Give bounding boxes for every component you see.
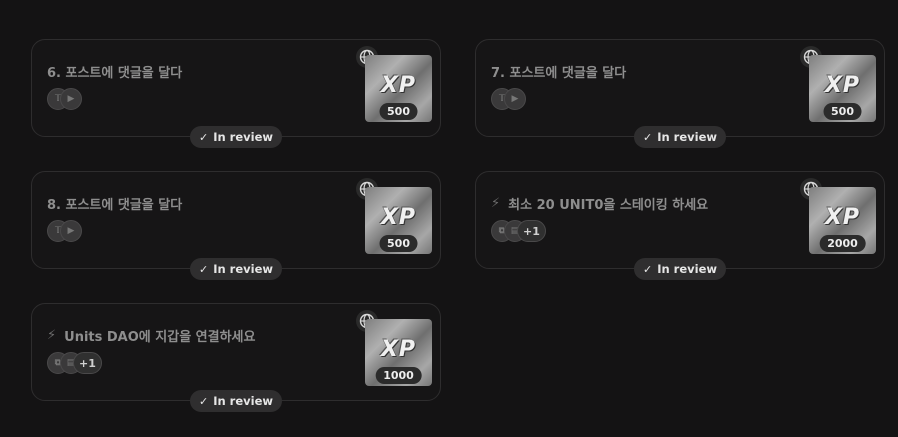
status-badge: ✓ In review (633, 126, 727, 148)
quest-card[interactable]: 7. 포스트에 댓글을 달다 𝕋 ▶ XP 500 ✓ In review (475, 39, 885, 148)
status-badge: ✓ In review (633, 258, 727, 280)
quest-card[interactable]: 6. 포스트에 댓글을 달다 𝕋 ▶ XP 500 ✓ In review (31, 39, 441, 148)
check-icon: ✓ (198, 262, 209, 276)
status-badge: ✓ In review (189, 390, 283, 412)
xp-logo: XP (380, 73, 417, 98)
xp-amount: 500 (379, 103, 418, 120)
xp-amount: 2000 (819, 235, 866, 252)
check-icon: ✓ (642, 130, 653, 144)
xp-reward-image: XP 500 (365, 187, 432, 254)
xp-logo: XP (380, 337, 417, 362)
quest-title: 6. 포스트에 댓글을 달다 (47, 66, 183, 81)
xp-reward-image: XP 1000 (365, 319, 432, 386)
quest-title: ⚡ 최소 20 UNIT0을 스테이킹 하세요 (491, 196, 709, 213)
video-icon: ▶ (60, 220, 82, 242)
quest-card[interactable]: 8. 포스트에 댓글을 달다 𝕋 ▶ XP 500 ✓ In review (31, 171, 441, 280)
xp-logo: XP (824, 205, 861, 230)
video-icon: ▶ (60, 88, 82, 110)
xp-reward-image: XP 500 (809, 55, 876, 122)
quest-card[interactable]: ⚡ Units DAO에 지갑을 연결하세요 ⧉ ▤ +1 XP 1000 ✓ … (31, 303, 441, 412)
xp-reward-image: XP 2000 (809, 187, 876, 254)
platform-chips: 𝕋 ▶ (47, 88, 82, 110)
xp-logo: XP (380, 205, 417, 230)
more-count: +1 (517, 220, 546, 242)
xp-amount: 1000 (375, 367, 422, 384)
platform-chips: ⧉ ▤ +1 (491, 220, 546, 242)
lightning-icon: ⚡ (47, 328, 57, 343)
check-icon: ✓ (642, 262, 653, 276)
platform-chips: 𝕋 ▶ (491, 88, 526, 110)
xp-amount: 500 (379, 235, 418, 252)
more-count: +1 (73, 352, 102, 374)
quest-title: 7. 포스트에 댓글을 달다 (491, 66, 627, 81)
status-badge: ✓ In review (189, 126, 283, 148)
xp-logo: XP (824, 73, 861, 98)
xp-reward-image: XP 500 (365, 55, 432, 122)
xp-amount: 500 (823, 103, 862, 120)
quest-title: 8. 포스트에 댓글을 달다 (47, 198, 183, 213)
status-badge: ✓ In review (189, 258, 283, 280)
video-icon: ▶ (504, 88, 526, 110)
quest-title: ⚡ Units DAO에 지갑을 연결하세요 (47, 328, 256, 345)
check-icon: ✓ (198, 130, 209, 144)
quest-card[interactable]: ⚡ 최소 20 UNIT0을 스테이킹 하세요 ⧉ ▤ +1 XP 2000 ✓… (475, 171, 885, 280)
platform-chips: 𝕋 ▶ (47, 220, 82, 242)
platform-chips: ⧉ ▤ +1 (47, 352, 102, 374)
check-icon: ✓ (198, 394, 209, 408)
lightning-icon: ⚡ (491, 196, 501, 211)
